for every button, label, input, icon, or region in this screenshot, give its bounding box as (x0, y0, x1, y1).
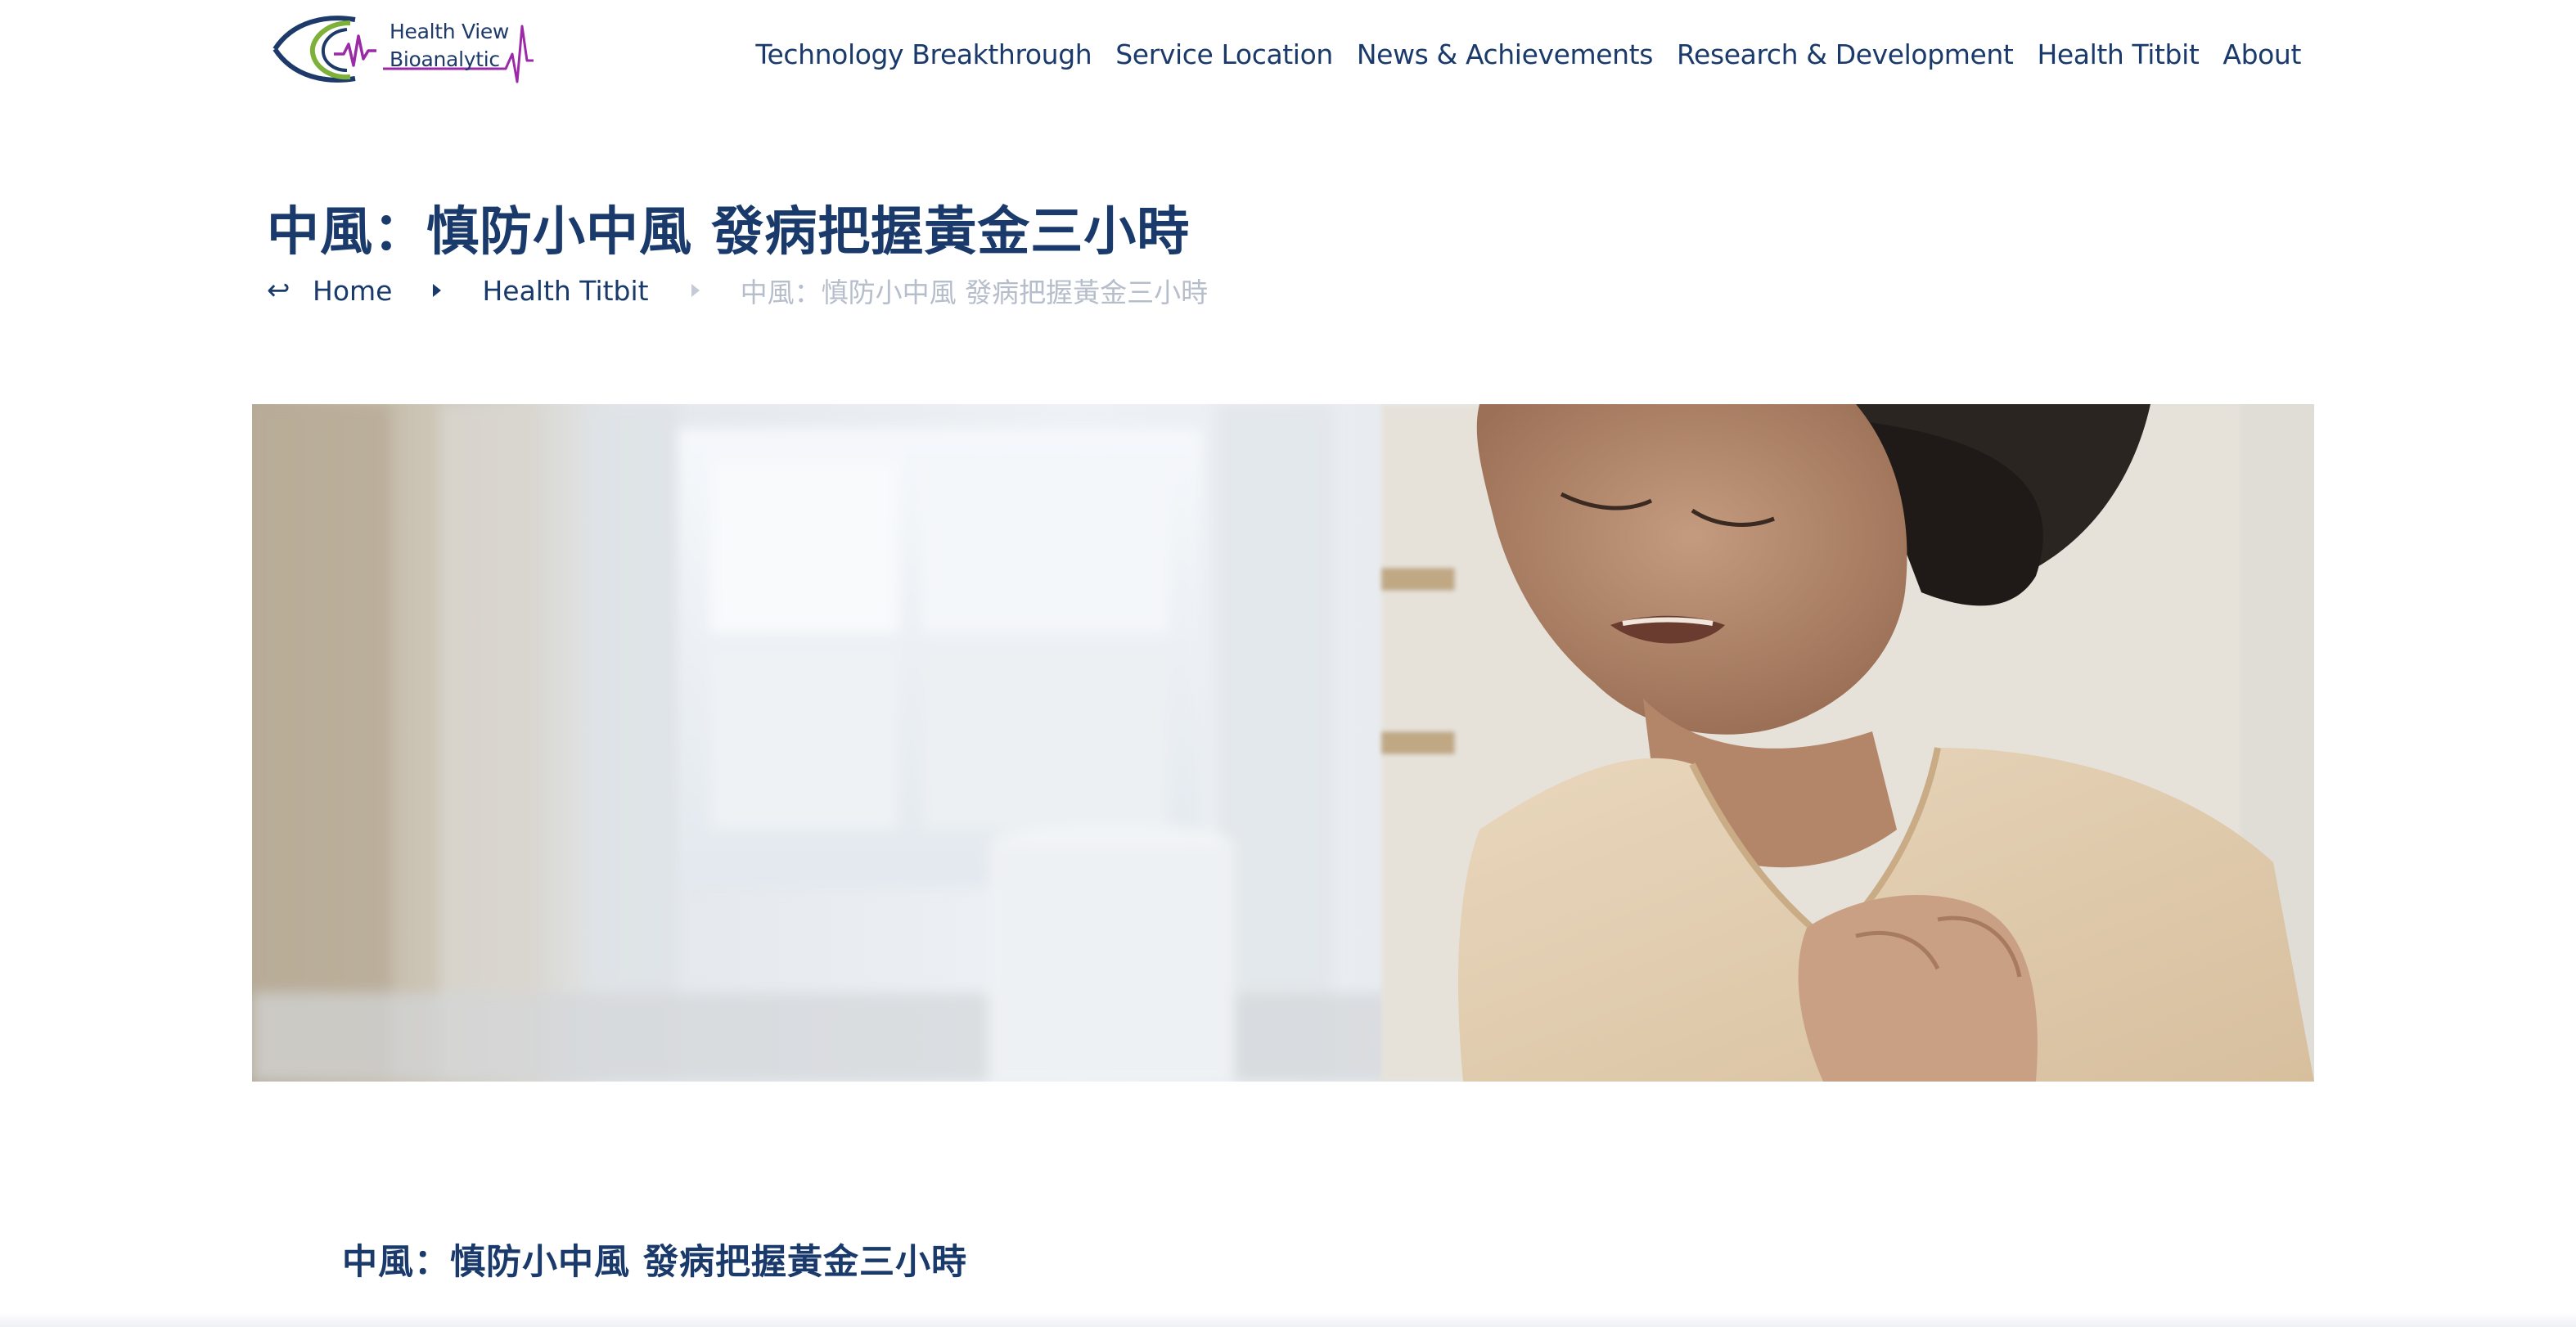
bottom-fade (0, 1312, 2576, 1327)
nav-service-location[interactable]: Service Location (1115, 38, 1333, 70)
nav-research-development[interactable]: Research & Development (1677, 38, 2014, 70)
article-title: 中風：慎防小中風 發病把握黃金三小時 (342, 1242, 967, 1283)
page: Health View Bioanalytic Technology Break… (0, 0, 2576, 1327)
logo-text-line1: Health View (390, 20, 510, 43)
main-nav: Technology Breakthrough Service Location… (755, 29, 2301, 79)
nav-health-titbit[interactable]: Health Titbit (2037, 38, 2199, 70)
logo-text-line2: Bioanalytic (390, 47, 500, 71)
breadcrumb: ↩ Home Health Titbit 中風：慎防小中風 發病把握黃金三小時 (267, 270, 1208, 311)
breadcrumb-health-titbit-link[interactable]: Health Titbit (482, 275, 648, 307)
breadcrumb-home-link[interactable]: Home (313, 275, 392, 307)
nav-technology-breakthrough[interactable]: Technology Breakthrough (755, 38, 1092, 70)
site-logo[interactable]: Health View Bioanalytic (268, 11, 534, 87)
hero-image (252, 404, 2314, 1082)
nav-news-achievements[interactable]: News & Achievements (1357, 38, 1654, 70)
nav-about[interactable]: About (2222, 38, 2301, 70)
woman-clutching-chest-photo (252, 404, 2314, 1082)
breadcrumb-separator-icon (691, 284, 700, 297)
site-header: Health View Bioanalytic Technology Break… (0, 0, 2576, 115)
breadcrumb-separator-icon (433, 284, 442, 297)
page-title: 中風：慎防小中風 發病把握黃金三小時 (267, 202, 1191, 263)
return-arrow-icon[interactable]: ↩ (267, 274, 313, 307)
breadcrumb-current: 中風：慎防小中風 發病把握黃金三小時 (740, 277, 1209, 308)
